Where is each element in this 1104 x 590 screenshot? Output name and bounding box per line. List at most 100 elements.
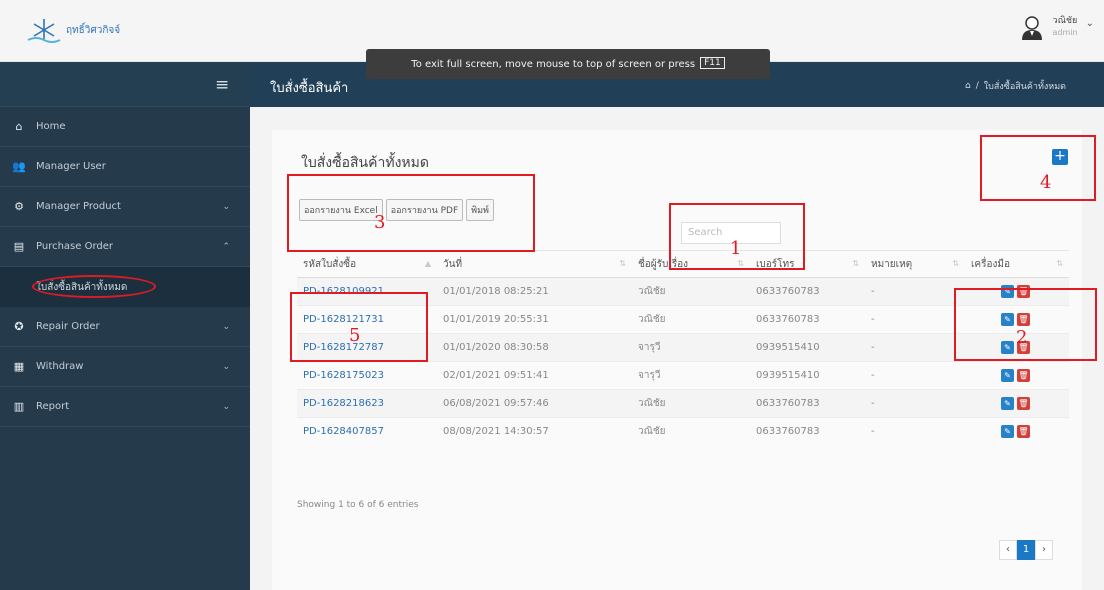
cell-phone: 0633760783 [750, 305, 865, 334]
table-row[interactable]: PD-1628175023 02/01/2021 09:51:41 จารุวี 09… [297, 361, 1069, 390]
cell-po-code[interactable]: PD-1628175023 [297, 361, 437, 390]
sidebar-item-label: Manager User [36, 161, 106, 172]
delete-icon[interactable]: 🗑 [1017, 425, 1030, 439]
chevron-down-icon: ⌄ [222, 201, 230, 212]
cell-tools: ✎ 🗑 [965, 417, 1069, 446]
sidebar-item-label: Repair Order [36, 321, 100, 332]
sidebar-item-withdraw[interactable]: ▦ Withdraw ⌄ [0, 347, 250, 387]
sort-icon: ⇅ [1056, 259, 1063, 268]
user-name: วณิชัย [1052, 16, 1078, 26]
sidebar-item-purchase-order[interactable]: ▤ Purchase Order ⌃ [0, 227, 250, 267]
user-info: วณิชัย admin [1053, 16, 1078, 38]
prev-page-button[interactable]: ‹ [999, 540, 1017, 560]
cell-date: 06/08/2021 09:57:46 [437, 389, 632, 418]
sidebar-item-label: Home [36, 121, 66, 132]
sidebar-item-label: Withdraw [36, 361, 84, 372]
pagination: ‹ 1 › [999, 540, 1053, 560]
cell-tools: ✎ 🗑 [965, 389, 1069, 418]
edit-icon[interactable]: ✎ [1001, 369, 1014, 382]
annotation-label-1: 1 [730, 238, 742, 259]
row-actions: ✎ 🗑 [1001, 425, 1069, 439]
column-header-po-code[interactable]: รหัสใบสั่งซื้อ ▲ [297, 250, 437, 278]
delete-icon[interactable]: 🗑 [1017, 369, 1030, 382]
cell-date: 08/08/2021 14:30:57 [437, 417, 632, 446]
next-page-button[interactable]: › [1035, 540, 1053, 560]
sidebar-item-repair-order[interactable]: ✪ Repair Order ⌄ [0, 307, 250, 347]
home-icon: ⌂ [15, 120, 23, 133]
cell-receiver: จารุวี [632, 361, 750, 390]
sidebar-item-label: Manager Product [36, 201, 121, 212]
logo-text: ฤทธิ์วิศวกิจจ์ [66, 24, 121, 36]
home-icon[interactable]: ⌂ [965, 81, 971, 91]
chevron-down-icon[interactable]: ⌄ [1086, 18, 1094, 29]
row-actions: ✎ 🗑 [1001, 397, 1069, 410]
file-icon: ▦ [13, 360, 25, 373]
table-icon: ▥ [13, 400, 25, 413]
cell-tools: ✎ 🗑 [965, 361, 1069, 390]
chevron-down-icon: ⌄ [222, 361, 230, 372]
cell-po-code[interactable]: PD-1628407857 [297, 417, 437, 446]
sort-icon: ⇅ [852, 259, 859, 268]
sort-icon: ⇅ [952, 259, 959, 268]
annotation-box-3 [287, 174, 535, 252]
page-title: ใบสั่งซื้อสินค้า [270, 81, 349, 96]
annotation-box-1 [669, 203, 805, 270]
cell-note: - [865, 389, 965, 418]
annotation-box-2 [954, 288, 1097, 361]
sidebar-item-label: Purchase Order [36, 241, 114, 252]
cell-date: 01/01/2018 08:25:21 [437, 277, 632, 306]
sidebar: ≡ ⌂ Home 👥 Manager User ⚙ Manager Produc… [0, 62, 250, 590]
edit-icon[interactable]: ✎ [1001, 425, 1014, 439]
chevron-down-icon: ⌄ [222, 401, 230, 412]
breadcrumb-current: ใบสั่งซื้อสินค้าทั้งหมด [983, 82, 1066, 92]
page-1-button[interactable]: 1 [1017, 540, 1035, 560]
user-role: admin [1052, 28, 1078, 37]
cell-receiver: จารุวี [632, 333, 750, 362]
user-avatar-icon [1021, 16, 1042, 40]
cell-receiver: วณิชัย [632, 305, 750, 334]
annotation-box-4 [980, 135, 1096, 201]
annotation-label-4: 4 [1040, 172, 1052, 193]
table-row[interactable]: PD-1628407857 08/08/2021 14:30:57 วณิชัย 06… [297, 417, 1069, 446]
cell-date: 01/01/2020 08:30:58 [437, 333, 632, 362]
cell-phone: 0633760783 [750, 277, 865, 306]
chevron-up-icon: ⌃ [222, 241, 230, 252]
cell-po-code[interactable]: PD-1628218623 [297, 389, 437, 418]
chevron-down-icon: ⌄ [222, 321, 230, 332]
panel-title: ใบสั่งซื้อสินค้าทั้งหมด [301, 155, 429, 171]
users-icon: 👥 [12, 160, 26, 173]
cell-receiver: วณิชัย [632, 277, 750, 306]
user-menu[interactable]: วณิชัย admin ⌄ [1019, 14, 1094, 40]
column-header-note[interactable]: หมายเหตุ ⇅ [865, 250, 965, 278]
sidebar-item-home[interactable]: ⌂ Home [0, 107, 250, 147]
menu-toggle-icon[interactable]: ≡ [215, 75, 229, 95]
wrench-icon: ✪ [14, 320, 24, 333]
list-icon: ▤ [13, 240, 25, 253]
fullscreen-exit-banner: To exit full screen, move mouse to top o… [366, 49, 770, 79]
breadcrumb: ⌂ / ใบสั่งซื้อสินค้าทั้งหมด [965, 79, 1066, 93]
column-header-tools[interactable]: เครื่องมือ ⇅ [965, 250, 1069, 278]
snowflake-logo-icon [27, 19, 61, 43]
fullscreen-banner-text: To exit full screen, move mouse to top o… [411, 59, 696, 70]
logo[interactable]: ฤทธิ์วิศวกิจจ์ [26, 16, 120, 44]
sidebar-item-manager-product[interactable]: ⚙ Manager Product ⌄ [0, 187, 250, 227]
sort-icon: ⇅ [619, 259, 626, 268]
cell-phone: 0633760783 [750, 417, 865, 446]
fullscreen-key: F11 [700, 57, 725, 69]
sidebar-subitem-all-purchase-orders[interactable]: ใบสั่งซื้อสินค้าทั้งหมด [0, 267, 250, 307]
breadcrumb-separator: / [975, 81, 979, 91]
cell-date: 01/01/2019 20:55:31 [437, 305, 632, 334]
sort-asc-icon: ▲ [424, 259, 431, 268]
sidebar-item-report[interactable]: ▥ Report ⌄ [0, 387, 250, 427]
cell-date: 02/01/2021 09:51:41 [437, 361, 632, 390]
cell-receiver: วณิชัย [632, 417, 750, 446]
annotation-circle [32, 275, 156, 298]
cell-note: - [865, 277, 965, 306]
table-row[interactable]: PD-1628218623 06/08/2021 09:57:46 วณิชัย 06… [297, 389, 1069, 418]
edit-icon[interactable]: ✎ [1001, 397, 1014, 410]
gears-icon: ⚙ [14, 200, 24, 213]
delete-icon[interactable]: 🗑 [1017, 397, 1030, 410]
cell-note: - [865, 305, 965, 334]
sidebar-item-manager-user[interactable]: 👥 Manager User [0, 147, 250, 187]
column-header-date[interactable]: วันที่ ⇅ [437, 250, 632, 278]
